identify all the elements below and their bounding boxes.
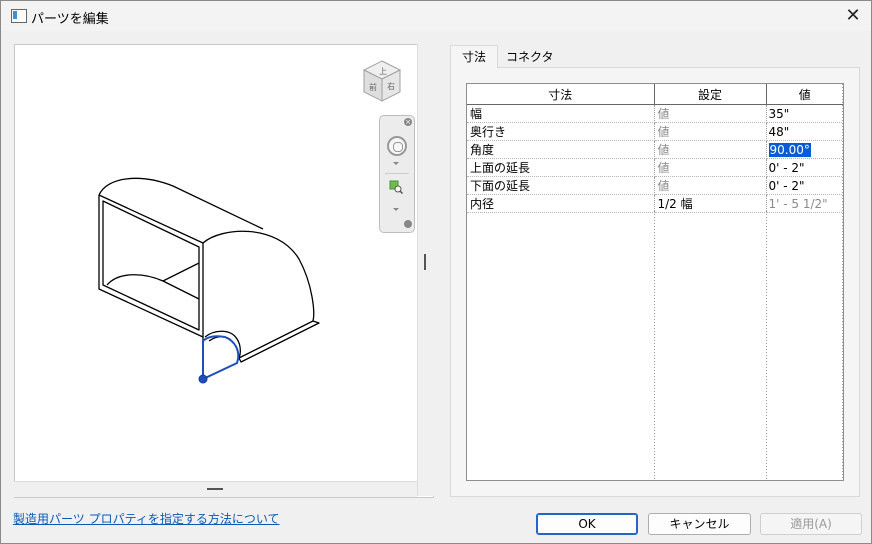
viewcube-top-label: 上 <box>379 67 387 76</box>
column-header-dimension[interactable]: 寸法 <box>467 84 655 105</box>
row-value[interactable]: 0' - 2" <box>766 158 843 177</box>
table-header-row: 寸法 設定 値 <box>467 84 843 105</box>
app-icon <box>11 9 27 23</box>
navbar-divider <box>385 173 409 174</box>
row-setting[interactable]: 1/2 幅 <box>654 194 767 213</box>
vertical-scroll-thumb[interactable] <box>424 254 426 270</box>
steering-wheel-icon[interactable] <box>387 136 407 156</box>
row-setting[interactable]: 値 <box>654 176 767 195</box>
row-value[interactable]: 35" <box>766 104 843 123</box>
title-bar: パーツを編集 ✕ <box>1 1 871 31</box>
dialog-title: パーツを編集 <box>31 12 109 27</box>
table-row[interactable]: 幅 値 35" <box>467 104 843 123</box>
zoom-icon[interactable] <box>389 180 403 194</box>
duct-right-curve <box>202 230 315 322</box>
close-icon[interactable]: ✕ <box>841 4 865 28</box>
navbar-options-icon[interactable] <box>404 220 412 228</box>
ok-button[interactable]: OK <box>536 513 638 535</box>
row-name: 内径 <box>467 194 655 213</box>
connector-point <box>198 374 208 384</box>
preview-horizontal-scrollbar[interactable] <box>14 481 417 497</box>
row-value[interactable]: 1' - 5 1/2" <box>766 194 843 213</box>
table-row[interactable]: 上面の延長 値 0' - 2" <box>467 158 843 177</box>
row-name: 奥行き <box>467 122 655 141</box>
row-value-selected[interactable]: 90.00° <box>766 140 843 159</box>
row-setting[interactable]: 値 <box>654 122 767 141</box>
dimensions-grid: 寸法 設定 値 幅 値 35" 奥行き 値 48" 角度 値 90.00° 上面… <box>466 83 844 481</box>
part-preview-viewport[interactable]: 上 前 右 × <box>14 44 434 498</box>
viewcube-right-label: 右 <box>387 81 395 91</box>
row-value[interactable]: 48" <box>766 122 843 141</box>
horizontal-scroll-thumb[interactable] <box>207 488 223 490</box>
part-3d-drawing <box>98 177 320 384</box>
viewcube-front-label: 前 <box>369 82 377 92</box>
row-name: 角度 <box>467 140 655 159</box>
column-header-setting[interactable]: 設定 <box>654 84 767 105</box>
edit-parts-dialog: パーツを編集 ✕ 上 前 右 × 寸法 コネクタ 寸法 設定 値 幅 値 35"… <box>0 0 872 544</box>
tab-connectors[interactable]: コネクタ <box>498 47 562 67</box>
zoom-dropdown-icon[interactable] <box>393 208 399 211</box>
row-setting[interactable]: 値 <box>654 104 767 123</box>
wheel-dropdown-icon[interactable] <box>393 162 399 165</box>
apply-button[interactable]: 適用(A) <box>760 513 862 535</box>
row-setting[interactable]: 値 <box>654 158 767 177</box>
help-link[interactable]: 製造用パーツ プロパティを指定する方法について <box>13 510 280 527</box>
row-value[interactable]: 0' - 2" <box>766 176 843 195</box>
row-name: 下面の延長 <box>467 176 655 195</box>
navbar-close-icon[interactable]: × <box>404 118 412 126</box>
row-setting[interactable]: 値 <box>654 140 767 159</box>
row-name: 幅 <box>467 104 655 123</box>
table-row[interactable]: 角度 値 90.00° <box>467 140 843 159</box>
cancel-button[interactable]: キャンセル <box>648 513 751 535</box>
duct-top-arc <box>98 177 264 230</box>
connector-shape <box>202 335 240 381</box>
tab-dimensions[interactable]: 寸法 <box>450 45 498 68</box>
dimensions-table: 寸法 設定 値 幅 値 35" 奥行き 値 48" 角度 値 90.00° 上面… <box>467 84 843 213</box>
column-header-value[interactable]: 値 <box>766 84 843 105</box>
selected-value-text[interactable]: 90.00° <box>768 142 811 157</box>
table-row[interactable]: 奥行き 値 48" <box>467 122 843 141</box>
navigation-bar: × <box>379 115 415 233</box>
table-row[interactable]: 下面の延長 値 0' - 2" <box>467 176 843 195</box>
row-name: 上面の延長 <box>467 158 655 177</box>
table-row[interactable]: 内径 1/2 幅 1' - 5 1/2" <box>467 194 843 213</box>
duct-back-frame <box>98 194 204 338</box>
preview-vertical-scrollbar[interactable] <box>417 44 434 496</box>
viewcube[interactable]: 上 前 右 <box>358 57 406 105</box>
